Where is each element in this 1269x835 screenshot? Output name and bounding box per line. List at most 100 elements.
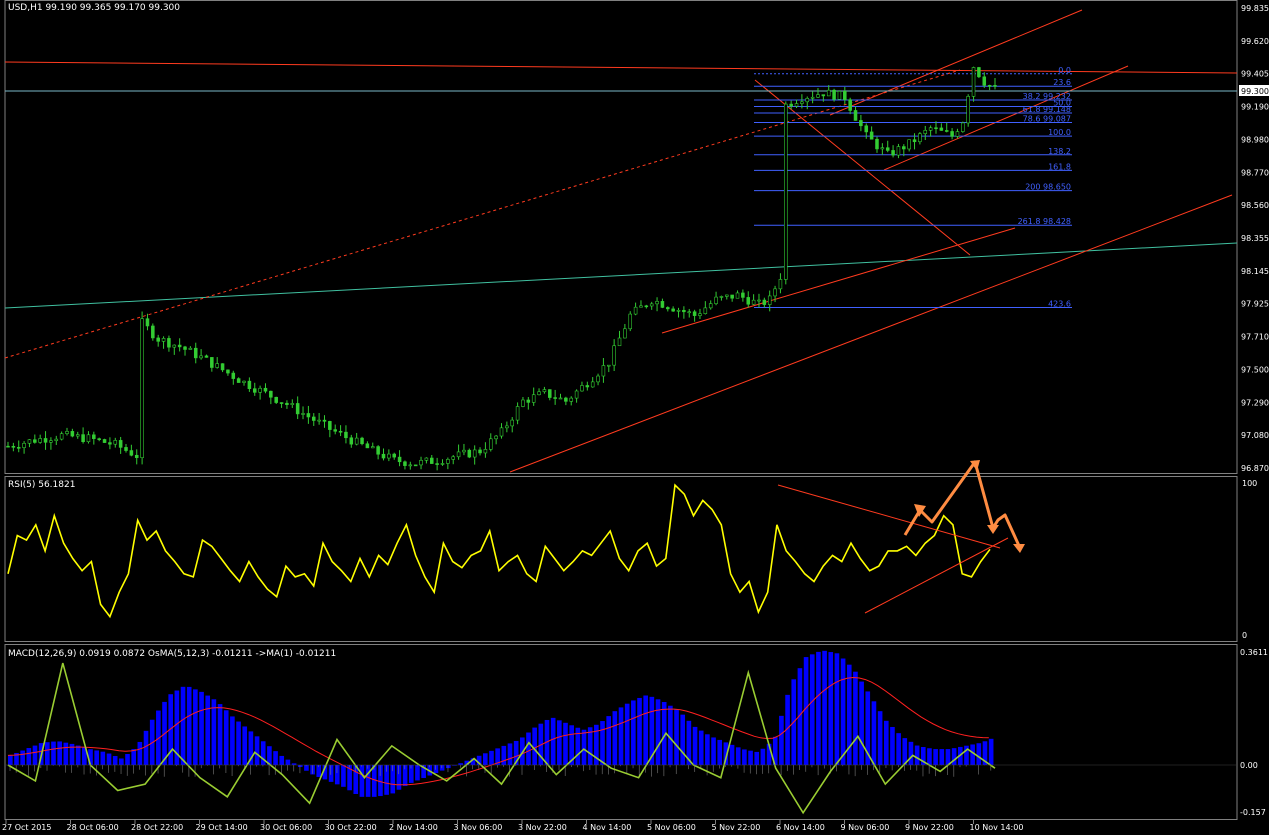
- fibo-level-label: 23.6: [1053, 78, 1071, 87]
- candle-body: [429, 457, 434, 464]
- macd-histogram-bar: [51, 741, 56, 765]
- candle-body: [773, 288, 777, 297]
- macd-histogram-bar: [501, 745, 507, 765]
- macd-histogram-bar: [341, 765, 346, 787]
- candle-body: [548, 389, 552, 398]
- macd-histogram-bar: [581, 729, 587, 765]
- macd-histogram-bar: [94, 750, 99, 765]
- price-tick-label: 96.870: [1241, 464, 1269, 473]
- chart-svg: 0.023.638.2 99.23250.061.8 99.14878.6 99…: [2, 0, 1269, 832]
- candle-body: [810, 96, 815, 99]
- candle-body: [515, 406, 520, 421]
- price-tick-label: 98.770: [1241, 168, 1269, 177]
- candle-body: [370, 446, 375, 449]
- lower-channel-line: [509, 194, 1233, 473]
- price-tick-label: 98.980: [1241, 135, 1269, 144]
- candle-body: [263, 387, 268, 392]
- candle-body: [199, 355, 203, 359]
- macd-header: MACD(12,26,9) 0.0919 0.0872 OsMA(5,12,3)…: [8, 649, 336, 659]
- fibo-level-label: 138.2: [1048, 147, 1071, 156]
- time-axis: 27 Oct 2015 28 Oct 06:00 28 Oct 22:00 29 Oc…: [2, 820, 1023, 832]
- candle-body: [982, 76, 987, 86]
- candle-body: [746, 297, 751, 305]
- candle-body: [43, 438, 48, 443]
- candle-body: [478, 449, 482, 454]
- macd-histogram-bar: [365, 765, 371, 797]
- macd-histogram-bar: [390, 765, 396, 794]
- candle-body: [826, 89, 831, 97]
- macd-histogram-bar: [254, 736, 260, 765]
- price-tick-label: 98.355: [1241, 234, 1269, 243]
- macd-histogram-bar: [606, 716, 611, 765]
- macd-histogram-bar: [742, 749, 747, 765]
- main-price-layer: 0.023.638.2 99.23250.061.8 99.14878.6 99…: [4, 9, 1238, 473]
- macd-histogram-bar: [304, 765, 309, 771]
- candle-body: [735, 292, 740, 299]
- candle-body: [590, 381, 595, 388]
- macd-histogram-bar: [63, 742, 69, 765]
- candle-body: [692, 311, 697, 316]
- candle-body: [92, 434, 96, 439]
- candle-body: [49, 440, 53, 443]
- candle-body: [596, 375, 600, 383]
- candle-body: [183, 346, 187, 350]
- macd-histogram-bar: [526, 732, 531, 765]
- time-tick-label: 3 Nov 06:00: [454, 823, 503, 831]
- candle-body: [472, 449, 477, 458]
- macd-histogram-bar: [692, 726, 698, 765]
- candle-body: [521, 399, 525, 407]
- candle-body: [118, 440, 123, 448]
- candle-body: [767, 295, 772, 305]
- macd-histogram-bar: [803, 657, 809, 765]
- time-tick-label: 30 Oct 06:00: [260, 823, 312, 831]
- candle-body: [102, 439, 107, 443]
- forecast-arrow-path: [903, 460, 1022, 549]
- candle-body: [719, 296, 724, 298]
- macd-histogram-bar: [230, 716, 235, 765]
- candle-body: [81, 434, 85, 443]
- candle-body: [601, 365, 606, 377]
- price-tick-label: 99.405: [1241, 70, 1269, 79]
- macd-histogram-bar: [717, 739, 723, 765]
- candle-body: [456, 451, 461, 458]
- macd-histogram-bar: [877, 711, 883, 765]
- candle-body: [220, 363, 225, 371]
- macd-histogram-bar: [945, 749, 951, 765]
- candle-body: [896, 146, 901, 156]
- candle-body: [698, 313, 702, 316]
- macd-histogram-bar: [489, 750, 494, 765]
- candle-body: [585, 385, 590, 388]
- candle-body: [741, 292, 745, 298]
- candle-body: [918, 133, 922, 143]
- candle-body: [789, 103, 793, 107]
- price-tick-label: 98.145: [1241, 267, 1269, 276]
- candle-body: [494, 435, 498, 440]
- candle-body: [633, 306, 638, 315]
- macd-histogram-bar: [273, 751, 278, 765]
- candle-body: [236, 378, 241, 383]
- candle-body: [408, 464, 413, 467]
- time-tick-label: 2 Nov 14:00: [389, 823, 438, 831]
- candle-body: [446, 459, 450, 464]
- candle-body: [569, 397, 574, 402]
- macd-histogram-bar: [143, 730, 149, 765]
- macd-histogram-bar: [557, 720, 562, 765]
- channel-mid-line: [661, 227, 1016, 334]
- macd-histogram-bar: [760, 748, 766, 765]
- candle-body: [204, 355, 209, 358]
- fibo-level-label: 61.8 99.148: [1023, 105, 1071, 114]
- candle-body: [210, 357, 214, 368]
- rsi-panel-frame: [4, 476, 1238, 642]
- macd-histogram-bar: [908, 741, 914, 765]
- macd-histogram-bar: [618, 707, 624, 765]
- price-tick-label: 99.190: [1241, 103, 1269, 112]
- macd-histogram-bar: [112, 756, 118, 765]
- candle-body: [531, 394, 536, 403]
- macd-histogram-bar: [735, 747, 741, 765]
- candle-body: [885, 147, 890, 151]
- macd-histogram-bar: [976, 743, 982, 765]
- candle-body: [301, 413, 305, 415]
- macd-histogram-bar: [211, 699, 217, 765]
- time-tick-label: 6 Nov 14:00: [776, 823, 825, 831]
- candle-body: [853, 110, 858, 121]
